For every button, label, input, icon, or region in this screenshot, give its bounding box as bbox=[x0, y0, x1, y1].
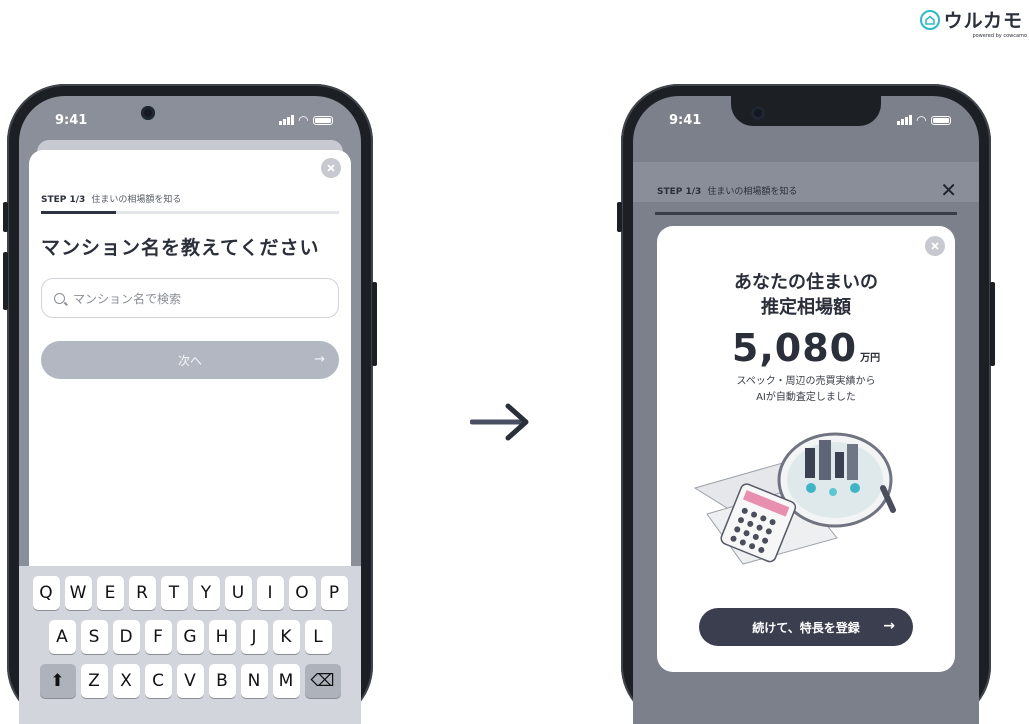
key-a[interactable]: A bbox=[48, 620, 76, 654]
key-n[interactable]: N bbox=[240, 664, 268, 698]
key-f[interactable]: F bbox=[144, 620, 172, 654]
screen-left: 9:41 ◠ STEP 1/3 住まいの相場額を知る マンション名を教えてください… bbox=[19, 96, 361, 724]
signal-icon bbox=[896, 115, 912, 125]
search-placeholder: マンション名で検索 bbox=[73, 291, 182, 306]
progress-bar bbox=[655, 212, 957, 215]
signal-icon bbox=[278, 115, 294, 125]
house-icon bbox=[919, 9, 940, 30]
next-button-label: 次へ bbox=[177, 353, 202, 368]
key-y[interactable]: Y bbox=[192, 576, 220, 610]
arrow-right-icon: → bbox=[883, 618, 895, 634]
step-label: STEP 1/3 bbox=[41, 195, 86, 205]
status-bar: 9:41 ◠ bbox=[19, 96, 361, 144]
key-g[interactable]: G bbox=[176, 620, 204, 654]
continue-button[interactable]: 続けて、特長を登録 → bbox=[699, 608, 913, 646]
step-label: STEP 1/3 bbox=[657, 187, 702, 197]
key-t[interactable]: T bbox=[160, 576, 188, 610]
key-e[interactable]: E bbox=[96, 576, 124, 610]
key-u[interactable]: U bbox=[224, 576, 252, 610]
arrow-right-icon: → bbox=[314, 352, 325, 367]
camera-dot bbox=[141, 106, 155, 120]
status-time: 9:41 bbox=[55, 112, 88, 128]
continue-button-label: 続けて、特長を登録 bbox=[752, 620, 860, 635]
modal-title-line1: あなたの住まいの bbox=[734, 272, 878, 293]
progress-fill bbox=[41, 211, 116, 214]
key-o[interactable]: O bbox=[288, 576, 316, 610]
modal-title: あなたの住まいの 推定相場額 bbox=[657, 270, 955, 320]
screen-right: 9:41 ◠ STEP 1/3 住まいの相場額を知る ✕ あなたの住まいの 推定相… bbox=[633, 96, 979, 724]
key-b[interactable]: B bbox=[208, 664, 236, 698]
wifi-icon: ◠ bbox=[916, 113, 926, 127]
battery-icon bbox=[931, 115, 951, 125]
step-indicator: STEP 1/3 住まいの相場額を知る bbox=[657, 184, 797, 197]
modal-description: スペック・周辺の売買実績から AIが自動査定しました bbox=[657, 374, 955, 406]
key-r[interactable]: R bbox=[128, 576, 156, 610]
key-v[interactable]: V bbox=[176, 664, 204, 698]
search-input[interactable]: マンション名で検索 bbox=[41, 278, 339, 318]
close-icon[interactable]: ✕ bbox=[940, 178, 957, 202]
key-i[interactable]: I bbox=[256, 576, 284, 610]
question-title: マンション名を教えてください bbox=[41, 237, 320, 259]
desc-line2: AIが自動査定しました bbox=[756, 392, 856, 403]
backspace-key[interactable]: ⌫ bbox=[304, 664, 341, 698]
desc-line1: スペック・周辺の売買実績から bbox=[736, 376, 876, 387]
key-x[interactable]: X bbox=[112, 664, 140, 698]
result-modal: あなたの住まいの 推定相場額 5,080 万円 スペック・周辺の売買実績から AI… bbox=[657, 226, 955, 672]
step-indicator: STEP 1/3 住まいの相場額を知る bbox=[41, 192, 181, 205]
close-icon[interactable] bbox=[321, 158, 341, 178]
key-h[interactable]: H bbox=[208, 620, 236, 654]
step-title: 住まいの相場額を知る bbox=[707, 187, 798, 197]
phone-frame-left: 9:41 ◠ STEP 1/3 住まいの相場額を知る マンション名を教えてください… bbox=[3, 84, 377, 724]
key-k[interactable]: K bbox=[272, 620, 300, 654]
key-w[interactable]: W bbox=[64, 576, 92, 610]
camera-dot bbox=[751, 106, 765, 120]
estimated-price: 5,080 万円 bbox=[657, 326, 955, 370]
price-value: 5,080 bbox=[731, 326, 858, 370]
key-s[interactable]: S bbox=[80, 620, 108, 654]
brand-logo: ウルカモ bbox=[919, 6, 1023, 33]
key-c[interactable]: C bbox=[144, 664, 172, 698]
keyboard: QWERTYUIOP ASDFGHJKL ⬆ Z X C V B N M ⌫ bbox=[19, 566, 361, 724]
arrow-right-icon bbox=[470, 403, 529, 441]
phone-frame-right: 9:41 ◠ STEP 1/3 住まいの相場額を知る ✕ あなたの住まいの 推定相… bbox=[617, 84, 995, 724]
modal-title-line2: 推定相場額 bbox=[761, 297, 851, 318]
key-p[interactable]: P bbox=[320, 576, 348, 610]
next-button[interactable]: 次へ → bbox=[41, 341, 339, 379]
progress-bar bbox=[41, 211, 339, 214]
battery-icon bbox=[313, 115, 333, 125]
key-z[interactable]: Z bbox=[80, 664, 108, 698]
appraisal-illustration bbox=[693, 432, 896, 565]
key-m[interactable]: M bbox=[272, 664, 300, 698]
brand-name: ウルカモ bbox=[943, 10, 1023, 32]
key-l[interactable]: L bbox=[304, 620, 332, 654]
step-title: 住まいの相場額を知る bbox=[91, 195, 182, 205]
key-q[interactable]: Q bbox=[32, 576, 60, 610]
wifi-icon: ◠ bbox=[298, 113, 308, 127]
shift-key[interactable]: ⬆ bbox=[39, 664, 76, 698]
key-d[interactable]: D bbox=[112, 620, 140, 654]
search-icon bbox=[54, 292, 65, 304]
status-time: 9:41 bbox=[669, 112, 702, 128]
close-icon[interactable] bbox=[925, 236, 945, 256]
brand-tagline: powered by cowcamo bbox=[972, 33, 1027, 39]
key-j[interactable]: J bbox=[240, 620, 268, 654]
price-unit: 万円 bbox=[860, 353, 881, 364]
